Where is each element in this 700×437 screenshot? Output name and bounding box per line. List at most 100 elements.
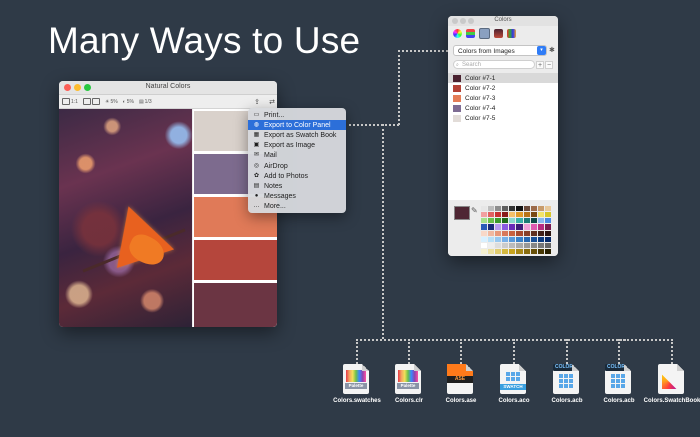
zoom-ratio-control[interactable]: 1:1 [62,98,78,105]
grid-swatch[interactable] [523,206,530,212]
grid-swatch[interactable] [481,206,488,212]
page-control[interactable]: ▤ 1/3 [139,99,152,105]
grid-swatch[interactable] [537,230,544,236]
grid-swatch[interactable] [495,248,502,254]
color-list-item[interactable]: Color #7-2 [448,83,558,93]
current-color-well[interactable] [454,206,470,220]
grid-swatch[interactable] [516,242,523,248]
swatch-5[interactable] [194,283,277,327]
grid-swatch[interactable] [544,212,551,218]
grid-swatch[interactable] [509,242,516,248]
share-icon[interactable]: ⇪ [252,98,262,106]
grid-swatch[interactable] [495,212,502,218]
grid-swatch[interactable] [481,230,488,236]
grid-swatch[interactable] [544,242,551,248]
grid-swatch[interactable] [495,206,502,212]
grid-swatch[interactable] [530,242,537,248]
menu-item[interactable]: ✿ Add to Photos [248,171,346,181]
grid-swatch[interactable] [488,242,495,248]
add-color-button[interactable]: + [536,61,544,69]
grid-swatch[interactable] [495,236,502,242]
grid-swatch[interactable] [509,206,516,212]
menu-item[interactable]: ▤ Notes [248,181,346,191]
grid-swatch[interactable] [544,206,551,212]
grid-swatch[interactable] [495,242,502,248]
grid-swatch[interactable] [495,218,502,224]
search-input[interactable]: ⌕ Search [453,60,535,69]
contrast-control[interactable]: ◐ 5% [123,99,134,105]
grid-swatch[interactable] [488,218,495,224]
menu-item[interactable]: ◎ AirDrop [248,161,346,171]
grid-swatch[interactable] [481,224,488,230]
grid-swatch[interactable] [523,230,530,236]
grid-swatch[interactable] [516,236,523,242]
grid-swatch[interactable] [509,218,516,224]
grid-swatch[interactable] [516,224,523,230]
grid-swatch[interactable] [537,218,544,224]
grid-swatch[interactable] [537,212,544,218]
grid-swatch[interactable] [537,248,544,254]
grid-swatch[interactable] [502,242,509,248]
grid-swatch[interactable] [544,236,551,242]
grid-swatch[interactable] [495,224,502,230]
grid-swatch[interactable] [530,212,537,218]
file-icon-ase[interactable]: ASE Colors.ase [441,364,481,404]
file-icon-swatchbook[interactable]: Colors.SwatchBook [644,364,700,404]
window-titlebar[interactable]: Natural Colors [59,81,277,95]
grid-swatch[interactable] [537,236,544,242]
grid-swatch[interactable] [502,236,509,242]
grid-swatch[interactable] [516,230,523,236]
grid-swatch[interactable] [530,224,537,230]
grid-swatch[interactable] [523,242,530,248]
grid-swatch[interactable] [502,230,509,236]
grid-swatch[interactable] [523,236,530,242]
menu-item[interactable]: ● Messages [248,192,346,202]
palette-select[interactable]: Colors from Images ▾ [453,45,547,56]
grid-swatch[interactable] [544,224,551,230]
color-list-item[interactable]: Color #7-4 [448,103,558,113]
grid-swatch[interactable] [530,206,537,212]
grid-swatch[interactable] [516,206,523,212]
grid-swatch[interactable] [481,242,488,248]
grid-swatch[interactable] [509,224,516,230]
grid-swatch[interactable] [544,218,551,224]
grid-control[interactable] [82,98,100,105]
grid-swatch[interactable] [509,212,516,218]
grid-swatch[interactable] [530,230,537,236]
grid-swatch[interactable] [537,206,544,212]
image-palettes-icon[interactable] [494,29,503,38]
grid-swatch[interactable] [481,212,488,218]
grid-swatch[interactable] [516,248,523,254]
grid-swatch[interactable] [502,218,509,224]
color-wheel-icon[interactable] [453,29,462,38]
grid-swatch[interactable] [481,236,488,242]
menu-item[interactable]: … More... [248,202,346,212]
grid-swatch[interactable] [537,242,544,248]
grid-swatch[interactable] [523,212,530,218]
grid-swatch[interactable] [509,236,516,242]
pencils-icon[interactable] [507,29,516,38]
grid-swatch[interactable] [509,230,516,236]
brightness-control[interactable]: ☀ 5% [105,99,118,105]
file-icon-swatch[interactable]: SWATCH Colors.aco [494,364,534,404]
grid-swatch[interactable] [488,230,495,236]
grid-swatch[interactable] [488,236,495,242]
grid-swatch[interactable] [530,218,537,224]
color-list-item[interactable]: Color #7-3 [448,93,558,103]
grid-swatch[interactable] [530,236,537,242]
grid-swatch[interactable] [502,248,509,254]
grid-swatch[interactable] [516,218,523,224]
menu-item[interactable]: ▭ Print... [248,110,346,120]
menu-item[interactable]: ✉ Mail [248,151,346,161]
grid-swatch[interactable] [523,218,530,224]
color-list-item[interactable]: Color #7-1 [448,73,558,83]
grid-swatch[interactable] [530,248,537,254]
file-icon-palette[interactable]: Palette Colors.clr [389,364,429,404]
color-list-item[interactable]: Color #7-5 [448,113,558,123]
menu-item[interactable]: ◍ Export to Color Panel [248,120,346,131]
grid-swatch[interactable] [488,206,495,212]
grid-swatch[interactable] [481,248,488,254]
grid-swatch[interactable] [495,230,502,236]
palettes-icon[interactable] [479,28,490,39]
panel-titlebar[interactable]: Colors [448,16,558,26]
